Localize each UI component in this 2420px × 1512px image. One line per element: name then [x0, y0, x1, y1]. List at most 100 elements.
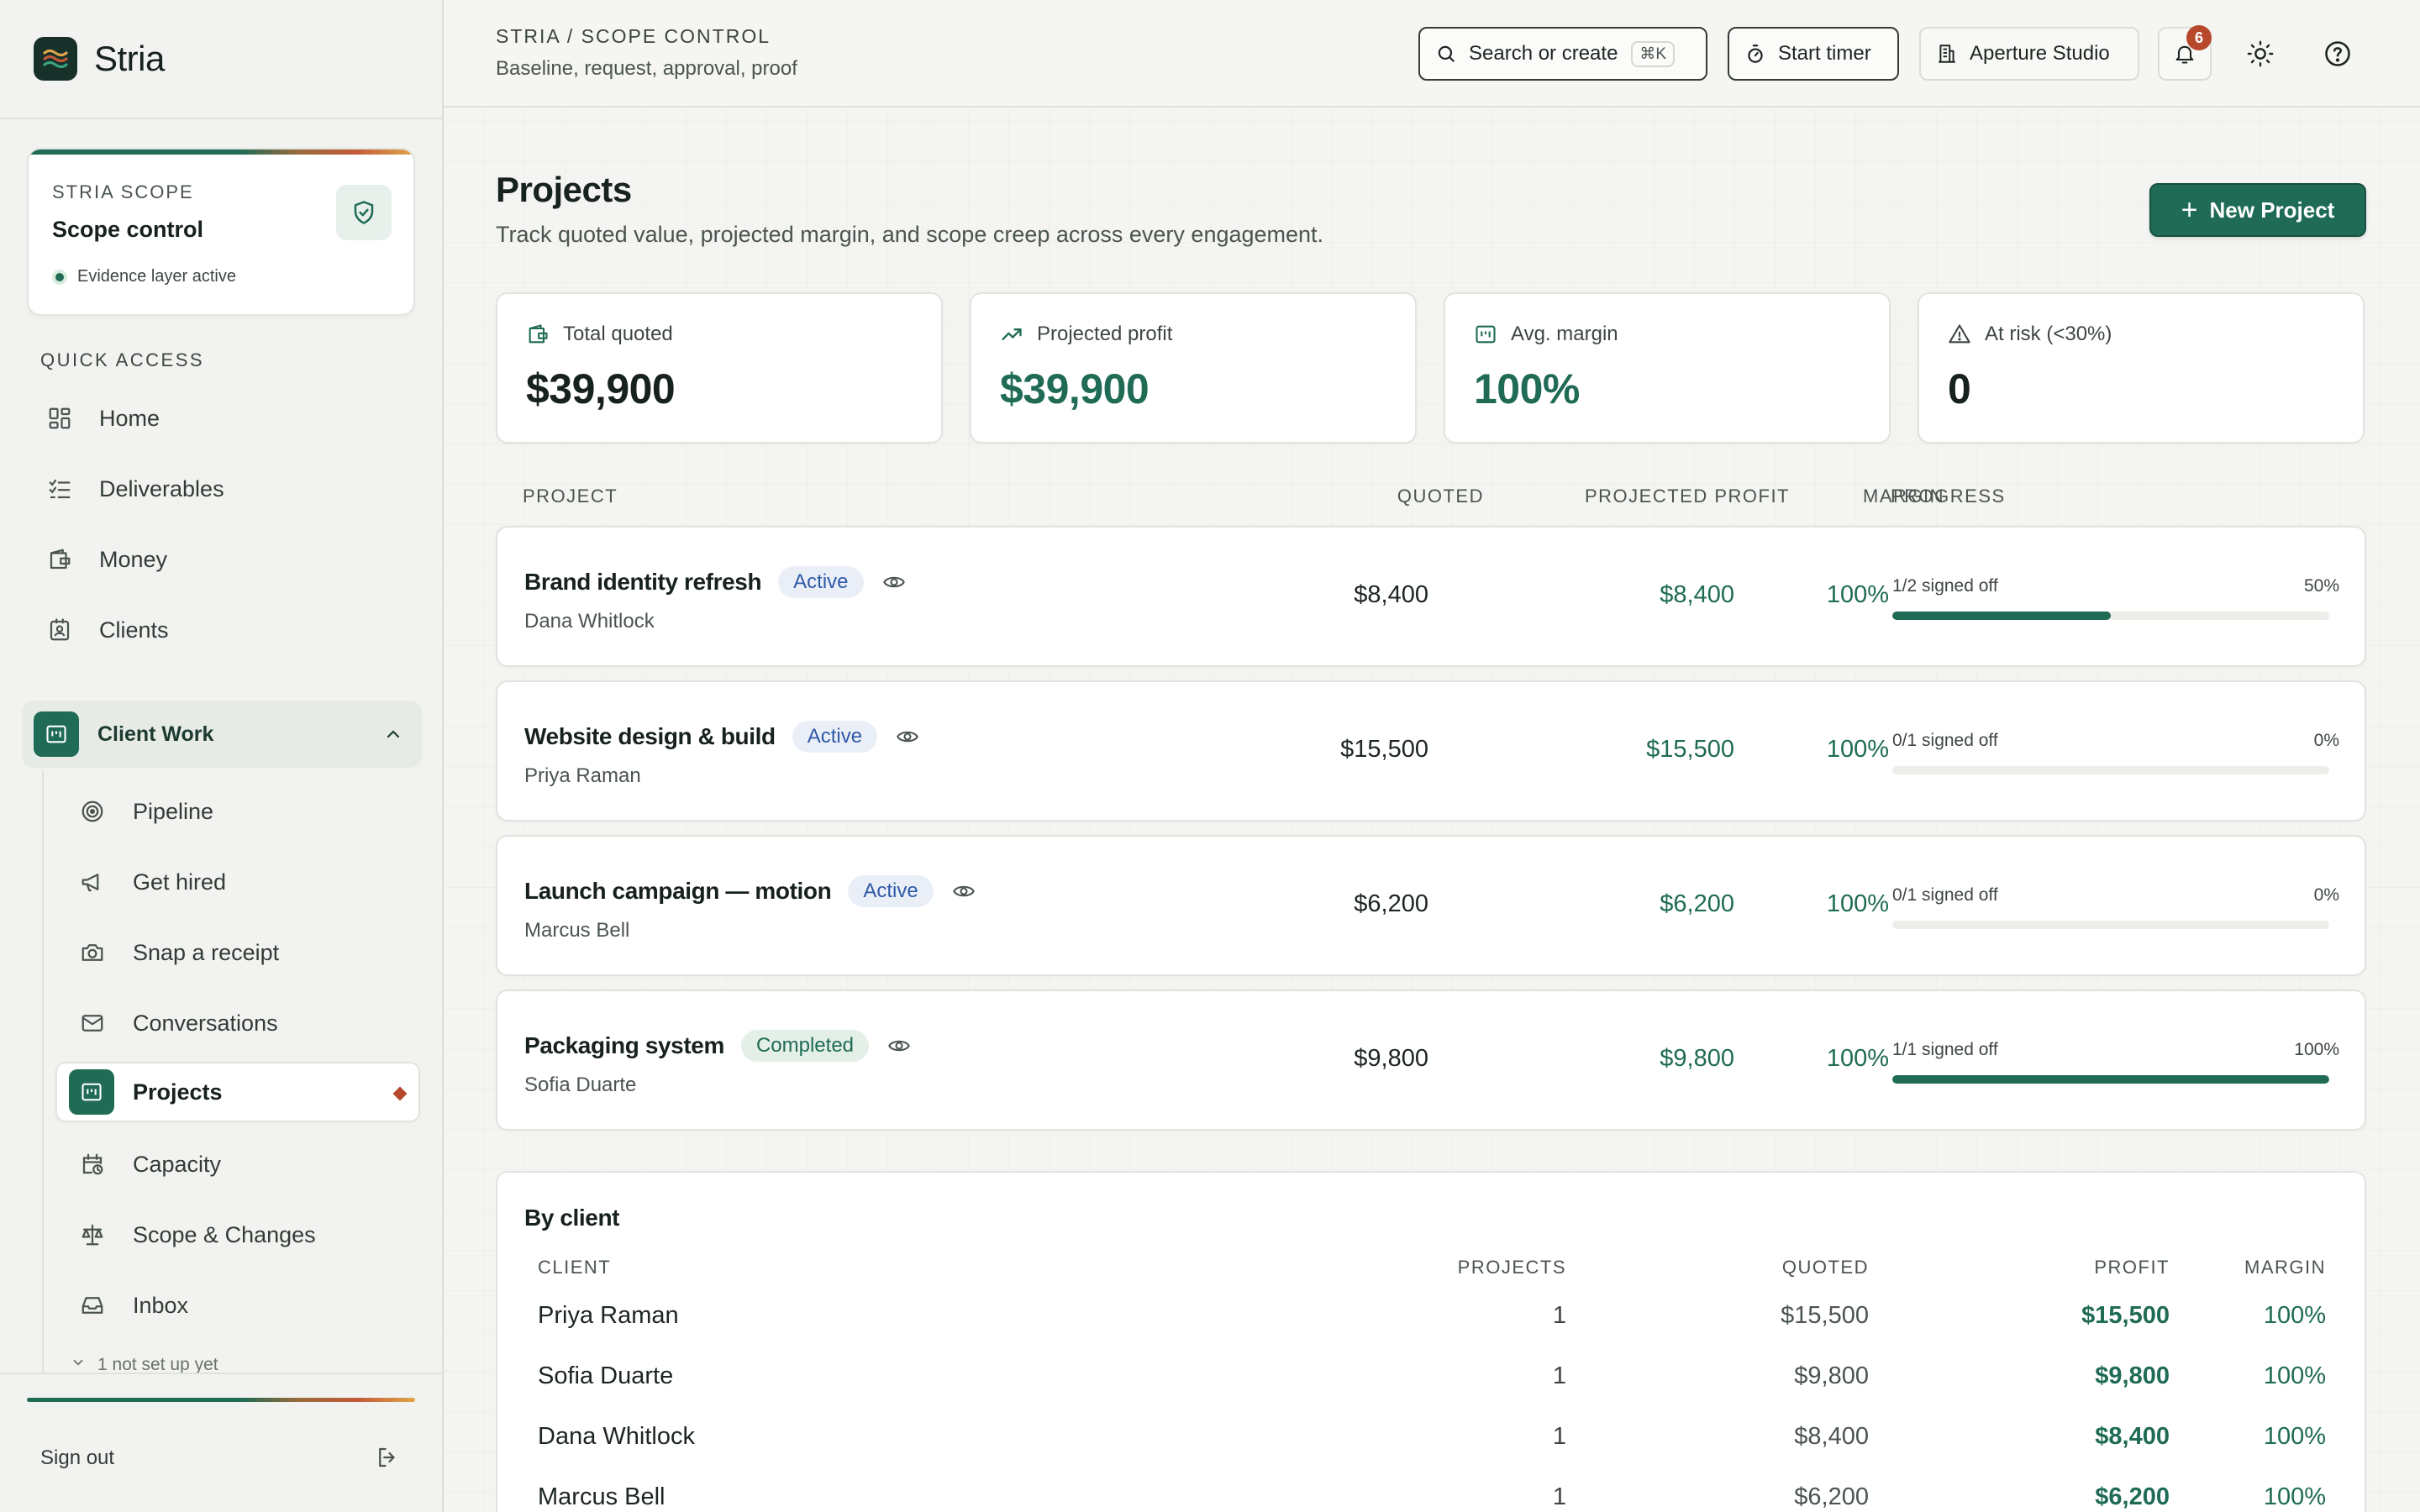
- project-row[interactable]: Launch campaign — motion Active Marcus B…: [496, 835, 2366, 976]
- app-window: Stria STRIA SCOPE Scope control Evidence…: [0, 0, 2420, 1512]
- nav-item-label: Clients: [99, 617, 169, 643]
- column-header-quoted[interactable]: QUOTED: [1397, 486, 1484, 507]
- column-header-margin[interactable]: MARGIN: [2244, 1257, 2326, 1278]
- table-row[interactable]: Sofia Duarte 1 $9,800 $9,800 100%: [497, 1347, 2365, 1408]
- breadcrumb: STRIA / SCOPE CONTROL: [496, 25, 771, 47]
- kpi-label-row: Total quoted: [526, 323, 673, 346]
- sun-icon: [2247, 40, 2274, 67]
- column-header-profit[interactable]: PROFIT: [2094, 1257, 2170, 1278]
- sidebar-item-inbox[interactable]: Inbox: [55, 1275, 420, 1336]
- notifications-button[interactable]: 6: [2158, 25, 2212, 81]
- sidebar-item-scope-changes[interactable]: Scope & Changes: [55, 1205, 420, 1265]
- brand[interactable]: Stria: [0, 0, 442, 119]
- sidebar-item-get-hired[interactable]: Get hired: [55, 852, 420, 912]
- sidebar-item-label: Get hired: [133, 869, 227, 895]
- progress-percent: 100%: [2294, 1040, 2339, 1059]
- sidebar-item-conversations[interactable]: Conversations: [55, 993, 420, 1053]
- warning-icon: [1948, 323, 1971, 346]
- client-work-label: Client Work: [97, 722, 214, 746]
- kpi-value: 100%: [1474, 365, 1580, 412]
- progress-label: 0/1 signed off: [1892, 885, 1998, 905]
- page-subtitle: Track quoted value, projected margin, an…: [496, 222, 1324, 247]
- status-badge: Active: [792, 721, 878, 753]
- brand-logo-icon: [34, 37, 77, 81]
- table-row[interactable]: Marcus Bell 1 $6,200 $6,200 100%: [497, 1468, 2365, 1512]
- client-quoted: $9,800: [1794, 1362, 1869, 1389]
- scope-control-card[interactable]: STRIA SCOPE Scope control Evidence layer…: [27, 148, 415, 316]
- sign-out-link[interactable]: Sign out: [40, 1446, 114, 1470]
- table-row[interactable]: Priya Raman 1 $15,500 $15,500 100%: [497, 1287, 2365, 1347]
- projects-icon: [34, 711, 79, 757]
- trending-up-icon: [1000, 323, 1023, 346]
- sidebar-item-projects[interactable]: Projects: [55, 1062, 420, 1122]
- column-header-progress[interactable]: PROGRESS: [1891, 486, 2006, 507]
- kpi-label: Avg. margin: [1511, 323, 1618, 345]
- workspace-switcher[interactable]: Aperture Studio: [1919, 27, 2139, 81]
- column-header-client[interactable]: CLIENT: [538, 1257, 611, 1278]
- nav-item-deliverables[interactable]: Deliverables: [30, 459, 420, 519]
- column-header-projected-profit[interactable]: PROJECTED PROFIT: [1585, 486, 1790, 507]
- nav-item-money[interactable]: Money: [30, 529, 420, 590]
- project-quoted: $9,800: [1354, 1045, 1428, 1072]
- sidebar-footer: Sign out: [0, 1373, 442, 1512]
- column-header-projects[interactable]: PROJECTS: [1458, 1257, 1566, 1278]
- project-margin: 100%: [1826, 890, 1889, 917]
- progress-bar: [1892, 1075, 2329, 1084]
- nav-item-home[interactable]: Home: [30, 388, 420, 449]
- status-badge: Active: [848, 875, 934, 907]
- scope-accent-bar: [29, 150, 413, 155]
- project-row[interactable]: Brand identity refresh Active Dana Whitl…: [496, 526, 2366, 667]
- sidebar-item-snap-receipt[interactable]: Snap a receipt: [55, 922, 420, 983]
- progress-percent: 50%: [2303, 576, 2339, 596]
- sidebar-item-pipeline[interactable]: Pipeline: [55, 781, 420, 842]
- wallet-icon: [526, 323, 550, 346]
- eye-icon[interactable]: [887, 1034, 911, 1058]
- sidebar-item-capacity[interactable]: Capacity: [55, 1134, 420, 1194]
- inbox-icon: [79, 1292, 106, 1319]
- eye-icon[interactable]: [882, 570, 906, 594]
- project-profit: $6,200: [1660, 890, 1734, 917]
- project-row[interactable]: Packaging system Completed Sofia Duarte …: [496, 990, 2366, 1131]
- kpi-label-row: At risk (<30%): [1948, 323, 2112, 346]
- project-name: Packaging system: [524, 1032, 724, 1058]
- project-row[interactable]: Website design & build Active Priya Rama…: [496, 680, 2366, 822]
- checklist-icon: [45, 475, 74, 503]
- client-name: Marcus Bell: [538, 1483, 666, 1510]
- eye-icon[interactable]: [952, 879, 976, 903]
- progress-percent: 0%: [2313, 885, 2339, 905]
- column-header-quoted[interactable]: QUOTED: [1782, 1257, 1869, 1278]
- project-margin: 100%: [1826, 736, 1889, 763]
- scope-status: Evidence layer active: [52, 267, 236, 286]
- search-button[interactable]: Search or create ⌘K: [1418, 27, 1707, 81]
- kpi-value: 0: [1948, 365, 1971, 412]
- client-profit: $15,500: [2081, 1302, 2170, 1329]
- new-project-label: New Project: [2209, 197, 2335, 223]
- project-quoted: $8,400: [1354, 581, 1428, 608]
- nav-item-label: Money: [99, 546, 168, 572]
- new-project-button[interactable]: + New Project: [2149, 183, 2366, 237]
- column-header-project[interactable]: PROJECT: [523, 486, 618, 507]
- client-projects: 1: [1552, 1302, 1566, 1329]
- project-name: Website design & build: [524, 723, 776, 749]
- nav-item-clients[interactable]: Clients: [30, 600, 420, 660]
- footer-accent-bar: [27, 1398, 415, 1402]
- client-quoted: $15,500: [1781, 1302, 1869, 1329]
- project-name: Launch campaign — motion: [524, 878, 832, 904]
- eye-icon[interactable]: [896, 725, 919, 748]
- logout-icon[interactable]: [375, 1445, 400, 1470]
- kpi-value: $39,900: [526, 365, 676, 412]
- help-button[interactable]: [2311, 27, 2365, 81]
- progress-label: 1/1 signed off: [1892, 1040, 1998, 1059]
- search-icon: [1435, 43, 1457, 65]
- progress-fill: [1892, 1075, 2329, 1084]
- megaphone-icon: [79, 869, 106, 895]
- progress-bar: [1892, 612, 2329, 620]
- theme-toggle-button[interactable]: [2233, 27, 2287, 81]
- client-work-group-toggle[interactable]: Client Work: [22, 701, 422, 768]
- status-dot-icon: [52, 269, 67, 285]
- start-timer-button[interactable]: Start timer: [1728, 27, 1899, 81]
- progress-label: 0/1 signed off: [1892, 731, 1998, 750]
- table-row[interactable]: Dana Whitlock 1 $8,400 $8,400 100%: [497, 1408, 2365, 1468]
- sidebar-item-label: Inbox: [133, 1292, 189, 1318]
- client-profit: $9,800: [2095, 1362, 2170, 1389]
